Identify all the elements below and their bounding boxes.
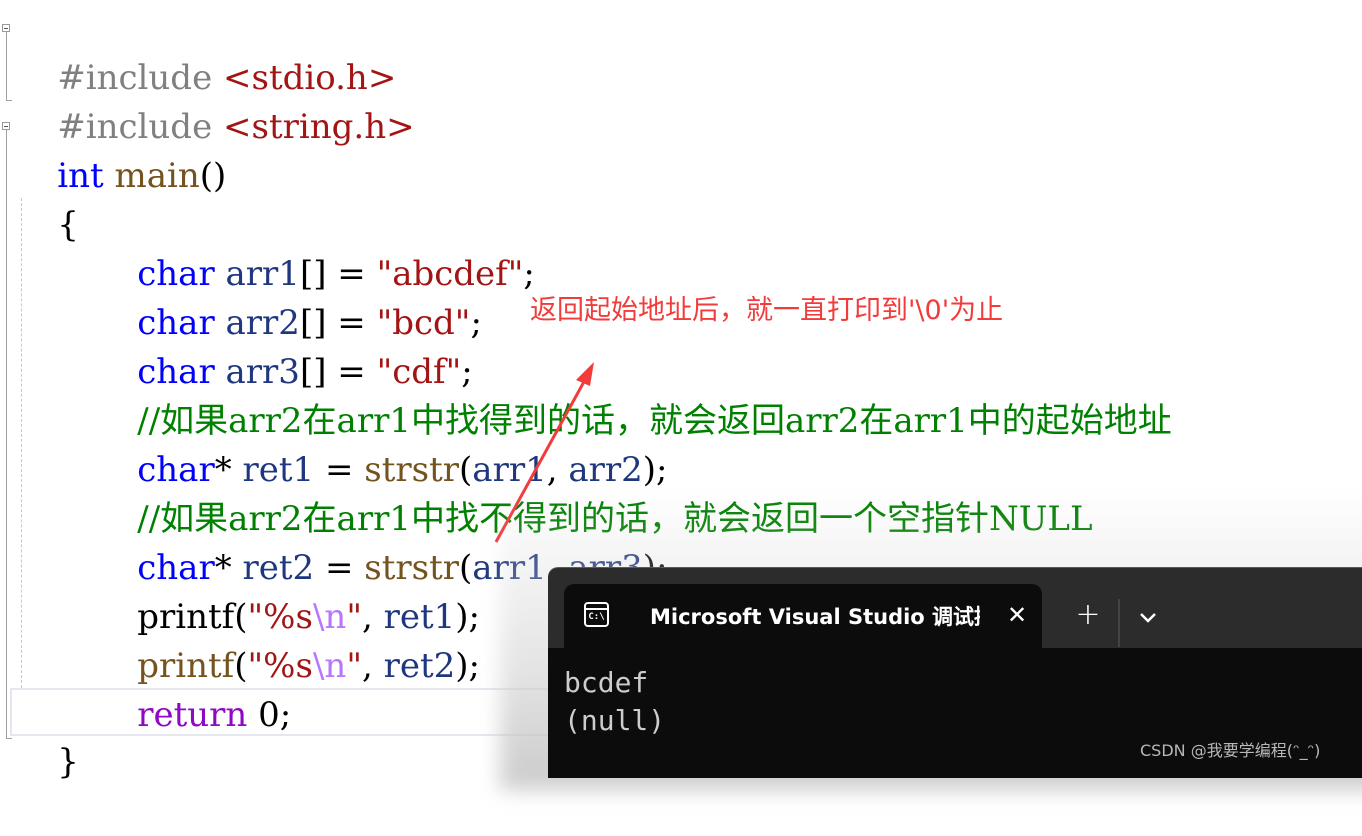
code-line-2[interactable]: #include <string.h> bbox=[14, 54, 414, 147]
code-line-14[interactable]: return 0; bbox=[94, 642, 291, 735]
tab-dropdown-button[interactable] bbox=[1133, 602, 1163, 632]
return-value: 0; bbox=[247, 695, 292, 735]
watermark: CSDN @我要学编程(ᵔ_ᵔ) bbox=[1140, 741, 1321, 760]
close-tab-button[interactable]: ✕ bbox=[1004, 602, 1030, 628]
function-name: main bbox=[114, 156, 200, 196]
terminal-tab[interactable]: C:\ Microsoft Visual Studio 调试控制台 ✕ bbox=[564, 584, 1042, 648]
keyword-return: return bbox=[137, 695, 248, 735]
chevron-down-icon bbox=[1140, 613, 1156, 623]
code-line-9[interactable]: char* ret1 = strstr(arr1, arr2); bbox=[94, 397, 667, 490]
punctuation: () bbox=[199, 156, 227, 196]
code-line-5[interactable]: char arr1[] = "abcdef"; bbox=[94, 201, 535, 294]
code-line-4[interactable]: { bbox=[14, 152, 79, 245]
fold-toggle-main[interactable] bbox=[2, 122, 10, 130]
new-tab-button[interactable]: + bbox=[1068, 598, 1108, 634]
code-line-1[interactable]: #include <stdio.h> bbox=[14, 5, 396, 98]
code-line-3[interactable]: int main() bbox=[14, 103, 226, 196]
code-line-13[interactable]: printf("%s\n", ret2); bbox=[94, 593, 480, 686]
code-line-7[interactable]: char arr3[] = "cdf"; bbox=[94, 299, 472, 392]
string-literal: " bbox=[346, 646, 362, 686]
close-brace: } bbox=[57, 742, 79, 782]
punctuation: ); bbox=[455, 646, 480, 686]
code-line-15[interactable]: } bbox=[14, 689, 79, 782]
tab-title: Microsoft Visual Studio 调试控制台 bbox=[650, 605, 980, 629]
fold-guide bbox=[6, 32, 7, 100]
open-brace: { bbox=[57, 205, 79, 245]
fold-guide bbox=[6, 130, 7, 738]
fold-guide-end bbox=[6, 100, 12, 101]
output-line: bcdef bbox=[564, 666, 649, 699]
terminal-icon: C:\ bbox=[584, 602, 609, 627]
output-line: (null) bbox=[564, 704, 666, 737]
punctuation: , bbox=[361, 646, 384, 686]
fold-toggle-includes[interactable] bbox=[2, 24, 10, 32]
argument: ret2 bbox=[383, 646, 456, 686]
include-header: <string.h> bbox=[223, 107, 415, 147]
code-line-12[interactable]: printf("%s\n", ret1); bbox=[94, 544, 480, 637]
code-line-6[interactable]: char arr2[] = "bcd"; bbox=[94, 250, 482, 343]
escape-sequence: \n bbox=[312, 646, 347, 686]
fold-guide-end bbox=[6, 738, 12, 739]
tab-separator bbox=[1118, 599, 1120, 647]
annotation-text: 返回起始地址后，就一直打印到'\0'为止 bbox=[530, 295, 1004, 326]
code-line-8[interactable]: //如果arr2在arr1中找得到的话，就会返回arr2在arr1中的起始地址 bbox=[94, 348, 1172, 441]
code-line-10[interactable]: //如果arr2在arr1中找不得到的话，就会返回一个空指针NULL bbox=[94, 446, 1092, 539]
